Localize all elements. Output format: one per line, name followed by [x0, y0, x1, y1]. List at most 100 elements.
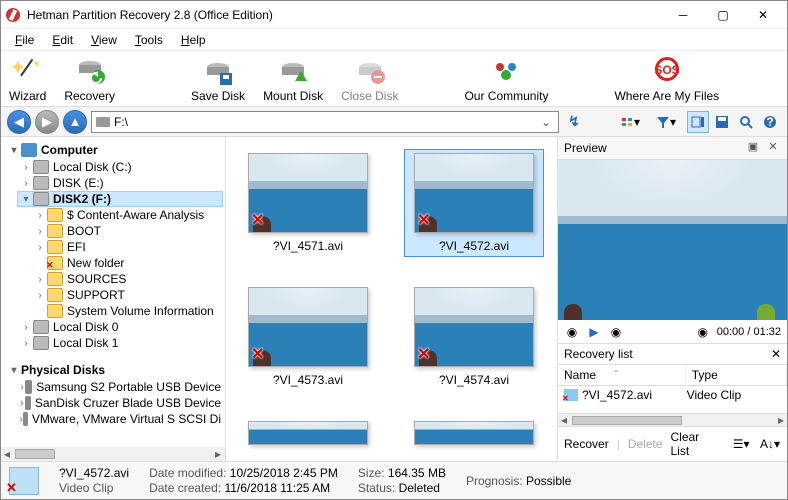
save-disk-button[interactable]: Save Disk: [191, 55, 245, 103]
file-name: ?VI_4574.avi: [439, 373, 509, 387]
refresh-button[interactable]: ↯: [563, 111, 585, 133]
address-input[interactable]: [114, 113, 538, 131]
mount-disk-button[interactable]: Mount Disk: [263, 55, 323, 103]
window-title: Hetman Partition Recovery 2.8 (Office Ed…: [27, 8, 663, 22]
help-button[interactable]: ?: [759, 111, 781, 133]
play-next-button[interactable]: ◉: [608, 324, 624, 340]
recovery-list-title: Recovery list: [564, 347, 633, 361]
tree-dev-samsung[interactable]: ›Samsung S2 Portable USB Device: [17, 379, 223, 395]
preview-pop-button[interactable]: ▣: [745, 140, 761, 156]
status-filename: ?VI_4572.avi: [59, 466, 129, 480]
menu-help[interactable]: Help: [173, 31, 214, 49]
drive-icon: [33, 336, 49, 350]
file-item[interactable]: [238, 417, 378, 449]
status-filetype: Video Clip: [59, 481, 129, 495]
rl-col-name[interactable]: Nameˆ: [558, 365, 686, 385]
folder-icon: [47, 304, 63, 318]
play-button[interactable]: ▶: [586, 324, 602, 340]
minimize-button[interactable]: ─: [663, 2, 703, 28]
file-item[interactable]: ✕?VI_4571.avi: [238, 149, 378, 257]
volume-button[interactable]: ◉: [695, 324, 711, 340]
recovery-close-button[interactable]: ✕: [771, 347, 781, 361]
folder-icon: [47, 224, 63, 238]
maximize-button[interactable]: ▢: [703, 2, 743, 28]
folder-icon: [47, 208, 63, 222]
recovery-button[interactable]: Recovery: [64, 55, 115, 103]
tree-newfolder[interactable]: New folder: [31, 255, 223, 271]
wizard-button[interactable]: Wizard: [9, 55, 46, 103]
file-name: ?VI_4573.avi: [273, 373, 343, 387]
where-files-button[interactable]: SOSWhere Are My Files: [614, 55, 719, 103]
menu-file[interactable]: File: [7, 31, 42, 49]
file-content-area[interactable]: ✕?VI_4571.avi✕?VI_4572.avi✕?VI_4573.avi✕…: [226, 137, 557, 461]
menu-view[interactable]: View: [83, 31, 125, 49]
recovery-row[interactable]: ?VI_4572.aviVideo Clip: [558, 386, 787, 404]
delete-button: Delete: [628, 437, 663, 451]
tree-scrollbar[interactable]: ◂▸: [1, 447, 225, 461]
file-name: ?VI_4571.avi: [273, 239, 343, 253]
file-item[interactable]: ✕?VI_4573.avi: [238, 283, 378, 391]
tree-sources[interactable]: ›SOURCES: [31, 271, 223, 287]
close-button[interactable]: ✕: [743, 2, 783, 28]
filter-button[interactable]: ▾: [655, 111, 677, 133]
clear-list-button[interactable]: Clear List: [671, 430, 716, 458]
tree-efi[interactable]: ›EFI: [31, 239, 223, 255]
preview-pane-toggle[interactable]: [687, 111, 709, 133]
drive-icon: [33, 192, 49, 206]
tree-local-c[interactable]: ›Local Disk (C:): [17, 159, 223, 175]
preview-close-button[interactable]: ✕: [765, 140, 781, 156]
app-icon: [5, 7, 21, 23]
community-button[interactable]: Our Community: [464, 55, 548, 103]
tree-dev-vmware[interactable]: ›VMware, VMware Virtual S SCSI Di: [17, 411, 223, 427]
svg-text:SOS: SOS: [654, 63, 679, 77]
close-disk-button: Close Disk: [341, 55, 398, 103]
usb-icon: [25, 396, 31, 410]
folder-icon: [47, 240, 63, 254]
search-button[interactable]: [735, 111, 757, 133]
drive-icon: [33, 160, 49, 174]
folder-tree[interactable]: ▾Computer ›Local Disk (C:) ›DISK (E:) ▾D…: [1, 137, 226, 461]
status-file-icon: [9, 467, 39, 495]
tree-disk2-f[interactable]: ▾DISK2 (F:): [17, 191, 223, 207]
menu-tools[interactable]: Tools: [127, 31, 171, 49]
nav-back-button[interactable]: ◀: [7, 110, 31, 134]
usb-icon: [23, 412, 28, 426]
file-item[interactable]: [404, 417, 544, 449]
nav-forward-button[interactable]: ▶: [35, 110, 59, 134]
file-item[interactable]: ✕?VI_4572.avi: [404, 149, 544, 257]
time-display: 00:00 / 01:32: [717, 326, 781, 338]
address-dropdown[interactable]: ⌄: [538, 115, 554, 129]
rl-sort-button[interactable]: A↓▾: [759, 433, 781, 455]
file-name: ?VI_4572.avi: [439, 239, 509, 253]
view-dropdown[interactable]: ▾: [619, 111, 641, 133]
tree-localdisk0[interactable]: ›Local Disk 0: [17, 319, 223, 335]
drive-icon: [33, 320, 49, 334]
folder-icon: [47, 272, 63, 286]
tree-support[interactable]: ›SUPPORT: [31, 287, 223, 303]
folder-icon: [47, 288, 63, 302]
rl-view-button[interactable]: ☰▾: [731, 433, 751, 455]
rl-col-type[interactable]: Type: [686, 365, 787, 385]
save-session-button[interactable]: [711, 111, 733, 133]
tree-dev-sandisk[interactable]: ›SanDisk Cruzer Blade USB Device: [17, 395, 223, 411]
computer-icon: [21, 143, 37, 157]
tree-svi[interactable]: System Volume Information: [31, 303, 223, 319]
preview-video[interactable]: [558, 160, 787, 320]
drive-icon: [96, 117, 110, 127]
tree-disk-e[interactable]: ›DISK (E:): [17, 175, 223, 191]
deleted-folder-icon: [47, 256, 63, 270]
address-bar[interactable]: ⌄: [91, 111, 559, 133]
usb-icon: [25, 380, 32, 394]
tree-caa[interactable]: ›$ Content-Aware Analysis: [31, 207, 223, 223]
tree-boot[interactable]: ›BOOT: [31, 223, 223, 239]
deleted-file-icon: [564, 389, 578, 401]
nav-up-button[interactable]: ▲: [63, 110, 87, 134]
menu-edit[interactable]: Edit: [44, 31, 81, 49]
preview-title: Preview: [564, 141, 607, 155]
file-item[interactable]: ✕?VI_4574.avi: [404, 283, 544, 391]
play-prev-button[interactable]: ◉: [564, 324, 580, 340]
recover-button[interactable]: Recover: [564, 437, 609, 451]
recovery-scrollbar[interactable]: ◂▸: [558, 413, 787, 426]
svg-text:?: ?: [766, 115, 773, 129]
tree-localdisk1[interactable]: ›Local Disk 1: [17, 335, 223, 351]
